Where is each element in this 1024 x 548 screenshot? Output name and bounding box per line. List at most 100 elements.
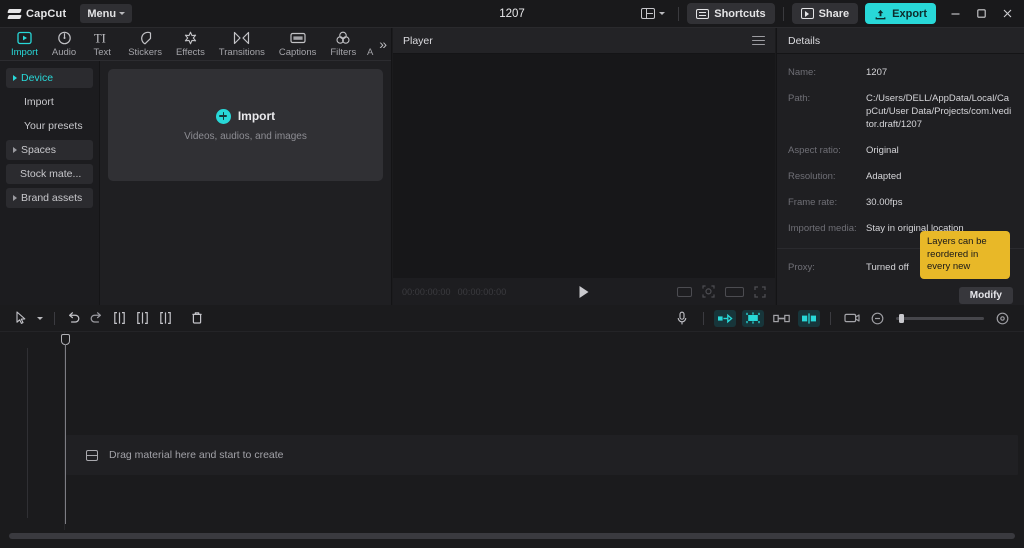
split-icon[interactable] [108, 308, 131, 328]
total-time: 00:00:00:00 [457, 286, 507, 297]
sidebar-item-device[interactable]: Device [6, 68, 93, 88]
sidebar-item-brand-assets[interactable]: Brand assets [6, 188, 93, 208]
redo-icon[interactable] [85, 308, 108, 328]
details-key: Resolution: [788, 171, 836, 182]
link-icon[interactable] [770, 310, 792, 327]
fullscreen-icon[interactable] [754, 285, 766, 298]
tab-label: Transitions [218, 47, 265, 58]
details-value: 30.00fps [866, 197, 903, 208]
snap-icon[interactable] [742, 309, 764, 327]
tab-label: Stickers [128, 47, 162, 58]
timeline-area[interactable]: Drag material here and start to create [0, 332, 1024, 547]
tab-audio[interactable]: Audio [45, 30, 83, 61]
tab-filters[interactable]: Filters [323, 30, 363, 61]
timeline-toolbar [0, 305, 1024, 332]
delete-icon[interactable] [185, 308, 208, 328]
import-hint: Videos, audios, and images [184, 130, 307, 142]
sidebar-item-stock-materials[interactable]: Stock mate... [6, 164, 93, 184]
details-key: Frame rate: [788, 197, 838, 208]
chevron-down-icon [119, 12, 126, 15]
export-button[interactable]: Export [865, 3, 936, 24]
chevron-down-icon[interactable] [33, 308, 47, 328]
sidebar-item-spaces[interactable]: Spaces [6, 140, 93, 160]
import-dropzone[interactable]: Import Videos, audios, and images [108, 69, 383, 181]
text-icon: TI [94, 30, 111, 45]
tab-text[interactable]: TI Text [83, 30, 121, 61]
tab-captions[interactable]: Captions [272, 30, 323, 61]
sidebar-item-import[interactable]: Import [6, 92, 93, 112]
effects-icon [183, 30, 198, 45]
media-body: Device Import Your presets Spaces Stock … [0, 61, 391, 305]
hamburger-icon[interactable] [752, 35, 765, 46]
media-sidebar: Device Import Your presets Spaces Stock … [0, 61, 100, 305]
layout-icon [641, 8, 656, 19]
tab-import[interactable]: Import [4, 30, 45, 61]
divider [782, 6, 784, 21]
trim-left-icon[interactable] [131, 308, 154, 328]
tab-label: A [367, 47, 374, 58]
timeline-ruler[interactable] [65, 332, 1024, 350]
share-icon [800, 8, 814, 19]
tab-stickers[interactable]: Stickers [121, 30, 169, 61]
microphone-icon[interactable] [671, 310, 693, 327]
aspect-ratio-icon[interactable] [677, 286, 692, 297]
play-icon[interactable] [579, 285, 589, 298]
screen-size-icon[interactable] [725, 286, 744, 297]
sidebar-item-label: Brand assets [21, 192, 83, 204]
player-title: Player [403, 34, 433, 47]
timeline-toolbar-right [668, 308, 1014, 328]
trim-right-icon[interactable] [154, 308, 177, 328]
playhead[interactable] [61, 334, 70, 524]
menu-label: Menu [87, 7, 117, 20]
tab-transitions[interactable]: Transitions [212, 30, 272, 61]
menu-button[interactable]: Menu [80, 4, 133, 23]
zoom-in-icon[interactable] [991, 308, 1014, 328]
undo-icon[interactable] [62, 308, 85, 328]
tabs-overflow-button[interactable]: » [379, 36, 387, 54]
shortcuts-label: Shortcuts [714, 7, 766, 20]
tab-label: Captions [278, 47, 317, 58]
plus-circle-icon [215, 108, 231, 124]
tab-adjustment[interactable]: A [363, 30, 377, 61]
share-button[interactable]: Share [791, 3, 859, 24]
tab-label: Effects [175, 47, 205, 58]
details-title: Details [777, 28, 1024, 54]
media-panel: Import Audio TI Text Stickers Effects Tr… [0, 28, 392, 305]
player-canvas[interactable] [393, 54, 775, 278]
zoom-slider[interactable] [896, 313, 984, 323]
player-panel: Player 00:00:00:00 00:00:00:00 [393, 28, 775, 305]
minimize-button[interactable] [942, 1, 968, 27]
modify-button[interactable]: Modify [958, 287, 1013, 304]
main-video-track[interactable]: Drag material here and start to create [66, 435, 1018, 475]
divider [830, 311, 831, 325]
playhead-line [65, 344, 66, 524]
details-key: Name: [788, 67, 816, 78]
filters-icon [335, 30, 351, 45]
details-value: Turned off [866, 262, 909, 273]
layout-button[interactable] [636, 5, 670, 22]
timeline-panel: Drag material here and start to create [0, 305, 1024, 548]
preview-icon[interactable] [841, 310, 863, 327]
timeline-horizontal-scrollbar[interactable] [0, 529, 1024, 543]
import-cta: Import [215, 108, 275, 124]
adjust-icon[interactable] [798, 309, 820, 327]
maximize-button[interactable] [968, 1, 994, 27]
sidebar-item-your-presets[interactable]: Your presets [6, 116, 93, 136]
triangle-right-icon [13, 147, 17, 153]
tab-effects[interactable]: Effects [169, 30, 212, 61]
sidebar-item-label: Stock mate... [20, 168, 82, 180]
shortcuts-button[interactable]: Shortcuts [687, 3, 775, 24]
zoom-fit-icon[interactable] [702, 285, 715, 298]
app-name: CapCut [26, 7, 67, 20]
chevron-down-icon [659, 12, 666, 15]
details-value: C:/Users/DELL/AppData/Local/CapCut/User … [866, 93, 1012, 130]
zoom-out-icon[interactable] [866, 308, 889, 328]
close-button[interactable] [994, 1, 1020, 27]
cursor-select-icon[interactable] [10, 308, 33, 328]
scrollbar-thumb[interactable] [9, 533, 1015, 539]
zoom-slider-handle[interactable] [899, 313, 904, 323]
mirror-icon[interactable] [714, 309, 736, 327]
tab-label: Import [10, 47, 38, 58]
details-footer: Modify [777, 287, 1024, 304]
details-value: Adapted [866, 171, 902, 182]
